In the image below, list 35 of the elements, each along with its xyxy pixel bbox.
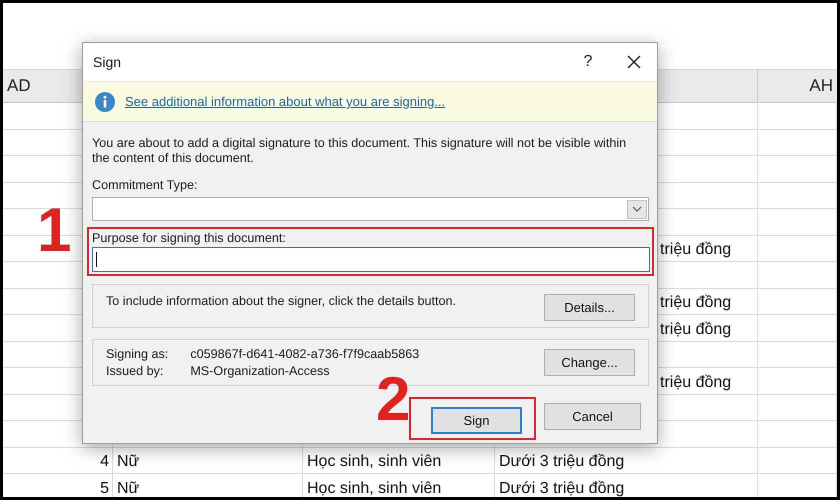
field-label: Commitment Type: [92,178,198,192]
table-cell: Dưới 3 triệu đồng [499,480,624,497]
help-button[interactable]: ? [565,43,611,81]
field-label: Purpose for signing this document: [92,231,287,245]
window-title: Sign [93,54,122,70]
info-label: Signing as: [106,347,168,361]
table-cell: Học sinh, sinh viên [307,480,442,497]
text-cursor [96,252,97,267]
column-header: AH [809,76,833,96]
info-value: MS-Organization-Access [190,364,331,378]
description-text: You are about to add a digital signature to this document. This signature will not be visible within the content of this document. [92,136,628,166]
purpose-field[interactable] [92,247,650,272]
cancel-button[interactable]: Cancel [544,403,641,430]
table-cell: triệu đồng [660,320,732,338]
table-cell: Học sinh, sinh viên [307,453,442,471]
table-cell: 5 [100,480,109,497]
table-cell: Nữ [117,480,140,497]
table-cell: triệu đồng [660,374,732,392]
info-label: Issued by: [106,364,164,378]
details-hint-text: To include information about the signer, click the details button. [106,294,456,308]
change-button[interactable]: Change... [544,349,635,376]
table-cell: Nữ [117,453,140,471]
table-cell: 4 [100,453,109,471]
column-header: AD [7,76,31,96]
info-value: c059867f-d641-4082-a736-f7f9caab5863 [190,347,420,361]
step-number: 1 [37,200,72,262]
close-icon[interactable] [627,55,641,69]
chevron-down-icon[interactable] [627,200,647,218]
step-number: 2 [376,369,410,431]
sign-button[interactable]: Sign [431,407,522,434]
details-button[interactable]: Details... [544,294,635,321]
table-cell: triệu đồng [660,241,732,259]
table-cell: Dưới 3 triệu đồng [499,453,624,471]
info-icon [95,92,115,112]
table-cell: triệu đồng [660,294,732,312]
